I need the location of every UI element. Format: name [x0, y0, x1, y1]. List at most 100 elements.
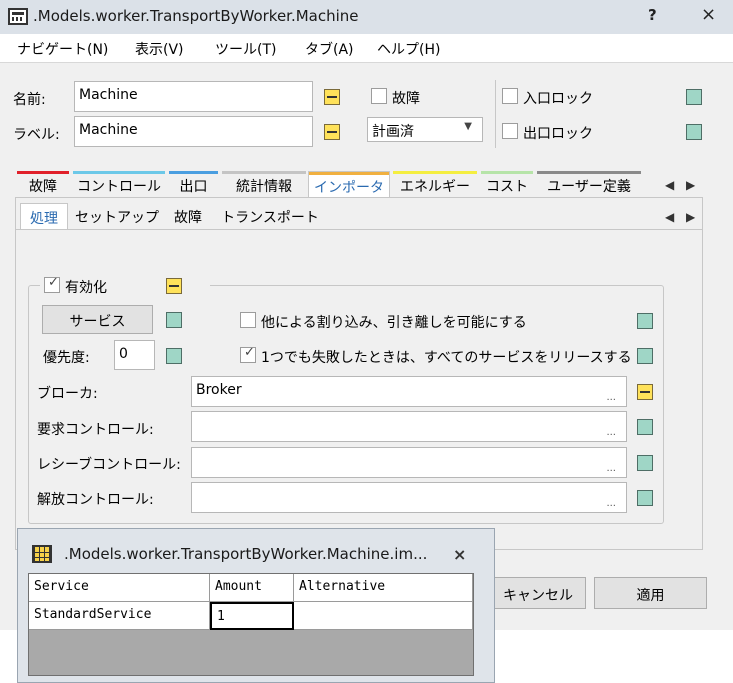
- menu-tools[interactable]: ツール(T): [215, 39, 276, 59]
- services-inherit-icon[interactable]: [166, 312, 182, 328]
- enabled-label: 有効化: [65, 280, 107, 296]
- help-button[interactable]: ?: [648, 6, 657, 24]
- entry-lock-checkbox[interactable]: [502, 88, 518, 104]
- name-input[interactable]: Machine: [74, 81, 313, 112]
- tab-color-bar: [169, 171, 218, 174]
- browse-icon[interactable]: ...: [606, 463, 616, 474]
- entry-lock-label: 入口ロック: [523, 91, 593, 107]
- tab-user-defined[interactable]: ユーザー定義: [537, 171, 641, 197]
- menu-bar: ナビゲート(N) 表示(V) ツール(T) タブ(A) ヘルプ(H): [0, 34, 733, 62]
- checkmark-icon: ✓: [244, 345, 255, 360]
- tab-label: 出口: [179, 179, 208, 195]
- service-table: Service Amount Alternative StandardServi…: [28, 573, 474, 676]
- tab-label: コントロール: [77, 179, 161, 195]
- subtab-divider: [15, 229, 703, 230]
- column-header-amount[interactable]: Amount: [210, 574, 294, 602]
- receive-control-input[interactable]: ...: [191, 447, 627, 478]
- label-label: ラベル:: [13, 127, 60, 143]
- enabled-inherit-icon[interactable]: [166, 278, 182, 294]
- name-inherit-icon[interactable]: [324, 89, 340, 105]
- label-input[interactable]: Machine: [74, 116, 313, 147]
- browse-icon[interactable]: ...: [606, 392, 616, 403]
- cell-alternative[interactable]: [294, 602, 473, 630]
- services-button[interactable]: サービス: [42, 305, 153, 334]
- tab-exit[interactable]: 出口: [169, 171, 218, 197]
- tab-label: コスト: [486, 179, 528, 195]
- apply-button[interactable]: 適用: [594, 577, 707, 609]
- receive-control-inherit-icon[interactable]: [637, 455, 653, 471]
- tab-label: インポータ: [314, 180, 384, 196]
- release-inherit-icon[interactable]: [637, 348, 653, 364]
- subtab-transport[interactable]: トランスポート: [218, 203, 322, 229]
- menu-tabs[interactable]: タブ(A): [305, 39, 354, 59]
- broker-input[interactable]: Broker ...: [191, 376, 627, 407]
- exit-lock-checkbox[interactable]: [502, 123, 518, 139]
- tab-label: ユーザー定義: [547, 179, 631, 195]
- priority-input[interactable]: 0: [114, 340, 155, 370]
- entry-lock-inherit-icon[interactable]: [686, 89, 702, 105]
- menu-view[interactable]: 表示(V): [135, 39, 184, 59]
- cell-amount[interactable]: 1: [210, 602, 294, 630]
- popup-close-button[interactable]: ×: [453, 545, 466, 564]
- failure-checkbox[interactable]: [371, 88, 387, 104]
- tab-importer[interactable]: インポータ: [308, 171, 390, 197]
- tab-failures[interactable]: 故障: [17, 171, 69, 197]
- column-header-alternative[interactable]: Alternative: [294, 574, 473, 602]
- chevron-down-icon: ▼: [464, 121, 472, 132]
- status-value: 計画済: [372, 124, 414, 140]
- close-window-button[interactable]: ×: [701, 4, 716, 25]
- enabled-checkbox[interactable]: ✓: [44, 275, 60, 293]
- tab-controls[interactable]: コントロール: [73, 171, 165, 197]
- app-icon: [8, 8, 28, 25]
- browse-icon[interactable]: ...: [606, 498, 616, 509]
- tabs-scroll-left-icon[interactable]: ◀: [665, 178, 674, 192]
- subtab-setup[interactable]: セットアップ: [74, 203, 160, 229]
- release-control-input[interactable]: ...: [191, 482, 627, 513]
- exit-lock-inherit-icon[interactable]: [686, 124, 702, 140]
- tab-label: 統計情報: [236, 179, 292, 195]
- release-label: 1つでも失敗したときは、すべてのサービスをリリースする: [261, 350, 632, 366]
- release-control-label: 解放コントロール:: [37, 492, 154, 508]
- cell-service[interactable]: StandardService: [29, 602, 210, 630]
- subtab-processing[interactable]: 処理: [20, 203, 68, 229]
- column-header-service[interactable]: Service: [29, 574, 210, 602]
- failure-label: 故障: [392, 91, 420, 107]
- popup-title: .Models.worker.TransportByWorker.Machine…: [64, 545, 428, 563]
- request-control-inherit-icon[interactable]: [637, 419, 653, 435]
- label-inherit-icon[interactable]: [324, 124, 340, 140]
- tab-label: 故障: [29, 179, 57, 195]
- tab-energy[interactable]: エネルギー: [393, 171, 477, 197]
- tab-cost[interactable]: コスト: [481, 171, 533, 197]
- tab-color-bar: [393, 171, 477, 174]
- receive-control-label: レシーブコントロール:: [37, 457, 181, 473]
- release-checkbox[interactable]: ✓: [240, 345, 256, 363]
- interrupt-label: 他による割り込み、引き離しを可能にする: [261, 315, 527, 331]
- interrupt-checkbox[interactable]: [240, 312, 256, 328]
- subtabs-scroll-left-icon[interactable]: ◀: [665, 210, 674, 224]
- subtabs-scroll-right-icon[interactable]: ▶: [686, 210, 695, 224]
- tab-statistics[interactable]: 統計情報: [222, 171, 306, 197]
- window-title: .Models.worker.TransportByWorker.Machine: [33, 7, 359, 25]
- tab-color-bar: [537, 171, 641, 174]
- cancel-button[interactable]: キャンセル: [480, 577, 586, 609]
- tabs-scroll-right-icon[interactable]: ▶: [686, 178, 695, 192]
- tab-color-bar: [222, 171, 306, 174]
- release-control-inherit-icon[interactable]: [637, 490, 653, 506]
- broker-inherit-icon[interactable]: [637, 384, 653, 400]
- broker-label: ブローカ:: [37, 386, 98, 402]
- request-control-input[interactable]: ...: [191, 411, 627, 442]
- priority-inherit-icon[interactable]: [166, 348, 182, 364]
- menu-help[interactable]: ヘルプ(H): [377, 39, 440, 59]
- menu-navigate[interactable]: ナビゲート(N): [17, 39, 108, 59]
- subtab-failure[interactable]: 故障: [164, 203, 212, 229]
- status-dropdown[interactable]: 計画済 ▼: [367, 117, 483, 142]
- name-label: 名前:: [13, 92, 46, 108]
- checkmark-icon: ✓: [48, 275, 59, 290]
- priority-label: 優先度:: [43, 350, 90, 366]
- header-divider: [495, 80, 496, 148]
- interrupt-inherit-icon[interactable]: [637, 313, 653, 329]
- tab-label: エネルギー: [400, 179, 470, 195]
- tab-color-bar: [481, 171, 533, 174]
- browse-icon[interactable]: ...: [606, 427, 616, 438]
- tab-color-bar: [73, 171, 165, 174]
